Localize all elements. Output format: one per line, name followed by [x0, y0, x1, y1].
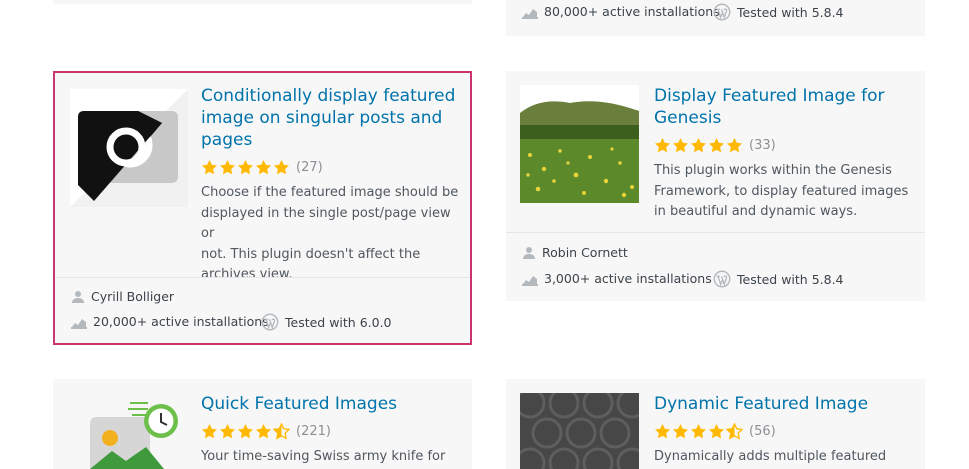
wordpress-icon	[713, 3, 731, 21]
star-icon	[255, 159, 272, 176]
star-rating: (221)	[201, 421, 331, 441]
star-icon	[255, 423, 272, 440]
plugin-card-dynamic-featured-image[interactable]: Dynamic Featured Image (56) Dynamically …	[506, 379, 925, 469]
star-icon	[690, 423, 707, 440]
plugin-thumbnail[interactable]	[70, 89, 188, 207]
user-icon	[71, 290, 85, 304]
wordpress-icon	[713, 270, 731, 288]
rating-count: (221)	[296, 423, 331, 439]
plugin-thumbnail[interactable]	[520, 85, 639, 203]
plugin-author: Robin Cornett	[522, 245, 628, 260]
star-icon	[201, 159, 218, 176]
pattern-logo-icon	[520, 393, 639, 469]
rating-count: (56)	[749, 423, 776, 439]
active-installs: 3,000+ active installations	[522, 271, 712, 286]
star-icon	[237, 423, 254, 440]
star-icon	[219, 423, 236, 440]
star-half-icon	[726, 423, 743, 440]
star-icon	[672, 423, 689, 440]
star-icon	[654, 137, 671, 154]
star-icon	[273, 159, 290, 176]
plugin-description: Choose if the featured image should be d…	[201, 185, 459, 282]
plugin-description: This plugin works within the Genesis Fra…	[654, 163, 909, 219]
card-divider	[506, 232, 925, 233]
user-icon	[522, 246, 536, 260]
star-rating: (33)	[654, 135, 776, 155]
plugin-card-partial-right: 80,000+ active installations Tested with…	[506, 0, 925, 36]
plugin-title[interactable]: Dynamic Featured Image	[654, 393, 916, 415]
star-icon	[708, 423, 725, 440]
star-icon	[726, 137, 743, 154]
star-icon	[654, 423, 671, 440]
tested-with: Tested with 5.8.4	[713, 3, 844, 21]
star-half-icon	[273, 423, 290, 440]
tested-with: Tested with 6.0.0	[261, 313, 392, 331]
wordpress-icon	[261, 313, 279, 331]
active-installs: 80,000+ active installations	[522, 4, 720, 19]
plugin-author: Cyrill Bolliger	[71, 289, 174, 304]
star-icon	[201, 423, 218, 440]
plugin-thumbnail[interactable]	[520, 393, 639, 469]
plugin-description: Your time-saving Swiss army knife for	[201, 449, 446, 464]
plugin-card-display-featured-genesis[interactable]: Display Featured Image for Genesis (33) …	[506, 71, 925, 301]
plugin-description: Dynamically adds multiple featured	[654, 449, 887, 464]
plugin-logo-icon	[70, 89, 188, 207]
plugin-title[interactable]: Display Featured Image for Genesis	[654, 85, 914, 129]
star-icon	[672, 137, 689, 154]
chart-icon	[522, 5, 538, 19]
plugin-title[interactable]: Conditionally display featured image on …	[201, 85, 466, 151]
plugin-thumbnail[interactable]	[68, 393, 186, 469]
quick-images-logo-icon	[68, 393, 186, 469]
rating-count: (27)	[296, 159, 323, 175]
star-icon	[237, 159, 254, 176]
plugin-card-quick-featured-images[interactable]: Quick Featured Images (221) Your time-sa…	[53, 379, 472, 469]
meadow-photo-image	[520, 85, 639, 203]
chart-icon	[71, 315, 87, 329]
star-icon	[219, 159, 236, 176]
plugin-card-partial-left	[53, 0, 472, 4]
active-installs: 20,000+ active installations	[71, 314, 269, 329]
star-rating: (27)	[201, 157, 323, 177]
rating-count: (33)	[749, 137, 776, 153]
star-rating: (56)	[654, 421, 776, 441]
card-divider	[55, 277, 470, 278]
chart-icon	[522, 272, 538, 286]
star-icon	[690, 137, 707, 154]
plugin-card-conditionally-display[interactable]: Conditionally display featured image on …	[53, 71, 472, 345]
plugin-title[interactable]: Quick Featured Images	[201, 393, 466, 415]
tested-with: Tested with 5.8.4	[713, 270, 844, 288]
star-icon	[708, 137, 725, 154]
